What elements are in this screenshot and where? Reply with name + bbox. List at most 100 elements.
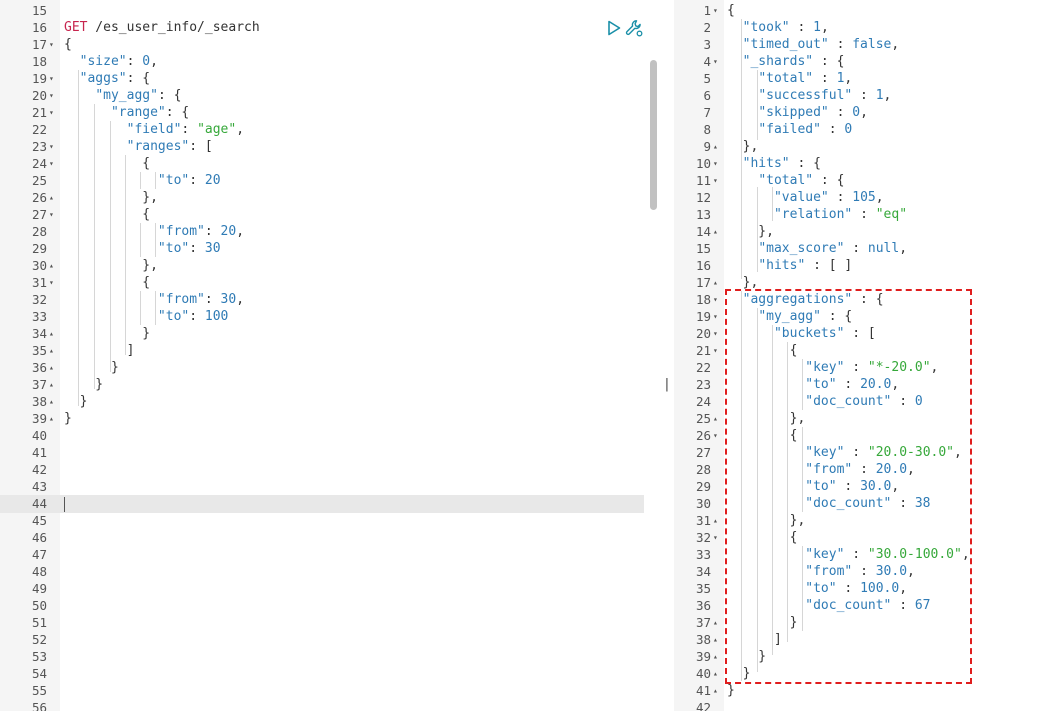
fold-expand-icon[interactable]: ▴ bbox=[49, 257, 54, 274]
code-line[interactable]: 31 ▾ { bbox=[0, 274, 660, 291]
code-line[interactable]: 39 ▴} bbox=[0, 410, 660, 427]
code-line[interactable]: 40 bbox=[0, 427, 660, 444]
fold-collapse-icon[interactable]: ▾ bbox=[713, 53, 718, 70]
fold-expand-icon[interactable]: ▴ bbox=[713, 410, 718, 427]
aggregations-highlight-box bbox=[725, 289, 972, 684]
code-line[interactable]: 56 bbox=[0, 699, 660, 711]
line-number: 4 bbox=[703, 54, 711, 69]
line-number: 37 bbox=[31, 377, 47, 392]
fold-expand-icon[interactable]: ▴ bbox=[49, 189, 54, 206]
fold-expand-icon[interactable]: ▴ bbox=[49, 410, 54, 427]
wrench-icon[interactable] bbox=[625, 19, 643, 37]
code-line[interactable]: 38 ▴ } bbox=[0, 393, 660, 410]
code-line[interactable]: 22 "field": "age", bbox=[0, 121, 660, 138]
code-line[interactable]: 27 ▾ { bbox=[0, 206, 660, 223]
play-icon[interactable] bbox=[607, 20, 621, 36]
code-line[interactable]: 28 "from": 20, bbox=[0, 223, 660, 240]
code-line[interactable]: 24 ▾ { bbox=[0, 155, 660, 172]
code-line[interactable]: 51 bbox=[0, 614, 660, 631]
fold-collapse-icon[interactable]: ▾ bbox=[713, 308, 718, 325]
code-line[interactable]: 21 ▾ "range": { bbox=[0, 104, 660, 121]
fold-expand-icon[interactable]: ▴ bbox=[49, 325, 54, 342]
fold-collapse-icon[interactable]: ▾ bbox=[713, 155, 718, 172]
code-line[interactable]: 50 bbox=[0, 597, 660, 614]
fold-collapse-icon[interactable]: ▾ bbox=[49, 70, 54, 87]
line-number: 20 bbox=[695, 326, 711, 341]
fold-expand-icon[interactable]: ▴ bbox=[713, 614, 718, 631]
fold-expand-icon[interactable]: ▴ bbox=[713, 682, 718, 699]
code-line[interactable]: 32 "from": 30, bbox=[0, 291, 660, 308]
fold-expand-icon[interactable]: ▴ bbox=[49, 393, 54, 410]
code-line[interactable]: 35 ▴ ] bbox=[0, 342, 660, 359]
code-line[interactable]: 23 ▾ "ranges": [ bbox=[0, 138, 660, 155]
indent-guide bbox=[741, 19, 742, 279]
code-line[interactable]: 29 "to": 30 bbox=[0, 240, 660, 257]
code-line[interactable]: 30 ▴ }, bbox=[0, 257, 660, 274]
line-number: 54 bbox=[31, 666, 47, 681]
fold-expand-icon[interactable]: ▴ bbox=[713, 631, 718, 648]
code-line[interactable]: 45 bbox=[0, 512, 660, 529]
code-line[interactable]: 20 ▾ "my_agg": { bbox=[0, 87, 660, 104]
line-number: 51 bbox=[31, 615, 47, 630]
fold-collapse-icon[interactable]: ▾ bbox=[713, 291, 718, 308]
indent-guide bbox=[94, 104, 95, 389]
code-text: "total" : { bbox=[758, 173, 845, 188]
resize-handle-icon[interactable]: || bbox=[663, 375, 679, 395]
code-line[interactable]: 15 bbox=[0, 2, 660, 19]
fold-collapse-icon[interactable]: ▾ bbox=[49, 206, 54, 223]
fold-collapse-icon[interactable]: ▾ bbox=[49, 87, 54, 104]
code-line[interactable]: 54 bbox=[0, 665, 660, 682]
fold-collapse-icon[interactable]: ▾ bbox=[49, 138, 54, 155]
code-line[interactable]: 25 "to": 20 bbox=[0, 172, 660, 189]
fold-expand-icon[interactable]: ▴ bbox=[713, 274, 718, 291]
fold-expand-icon[interactable]: ▴ bbox=[49, 376, 54, 393]
line-number: 53 bbox=[31, 649, 47, 664]
code-line[interactable]: 48 bbox=[0, 563, 660, 580]
code-line[interactable]: 49 bbox=[0, 580, 660, 597]
code-line: 12 "value" : 105, bbox=[674, 189, 1060, 206]
fold-collapse-icon[interactable]: ▾ bbox=[713, 325, 718, 342]
line-number: 25 bbox=[31, 173, 47, 188]
request-editor[interactable]: 15 16 GET /es_user_info/_search 17 ▾{18 "siz… bbox=[0, 0, 661, 711]
code-line[interactable]: 36 ▴ } bbox=[0, 359, 660, 376]
code-line[interactable]: 18 "size": 0, bbox=[0, 53, 660, 70]
fold-expand-icon[interactable]: ▴ bbox=[49, 359, 54, 376]
code-line[interactable]: 43 bbox=[0, 478, 660, 495]
fold-expand-icon[interactable]: ▴ bbox=[713, 138, 718, 155]
code-line[interactable]: 19 ▾ "aggs": { bbox=[0, 70, 660, 87]
fold-collapse-icon[interactable]: ▾ bbox=[713, 529, 718, 546]
code-line[interactable]: 47 bbox=[0, 546, 660, 563]
code-line[interactable]: 52 bbox=[0, 631, 660, 648]
code-line[interactable]: 16 GET /es_user_info/_search bbox=[0, 19, 660, 36]
fold-expand-icon[interactable]: ▴ bbox=[49, 342, 54, 359]
fold-expand-icon[interactable]: ▴ bbox=[713, 512, 718, 529]
fold-collapse-icon[interactable]: ▾ bbox=[49, 36, 54, 53]
code-line[interactable]: 17 ▾ { bbox=[0, 36, 660, 53]
fold-collapse-icon[interactable]: ▾ bbox=[49, 104, 54, 121]
code-line: 5 "total" : 1, bbox=[674, 70, 1060, 87]
code-line[interactable]: 55 bbox=[0, 682, 660, 699]
code-line[interactable]: 37 ▴ } bbox=[0, 376, 660, 393]
code-line[interactable]: 53 bbox=[0, 648, 660, 665]
fold-collapse-icon[interactable]: ▾ bbox=[713, 2, 718, 19]
http-method: GET bbox=[64, 20, 88, 35]
fold-collapse-icon[interactable]: ▾ bbox=[713, 172, 718, 189]
code-line[interactable]: 41 bbox=[0, 444, 660, 461]
fold-expand-icon[interactable]: ▴ bbox=[713, 223, 718, 240]
fold-collapse-icon[interactable]: ▾ bbox=[713, 427, 718, 444]
fold-collapse-icon[interactable]: ▾ bbox=[713, 342, 718, 359]
code-line[interactable]: 42 bbox=[0, 461, 660, 478]
fold-expand-icon[interactable]: ▴ bbox=[713, 648, 718, 665]
code-line[interactable]: 46 bbox=[0, 529, 660, 546]
pane-divider[interactable] bbox=[660, 0, 674, 711]
fold-collapse-icon[interactable]: ▾ bbox=[49, 274, 54, 291]
code-line: 3 "timed_out" : false, bbox=[674, 36, 1060, 53]
fold-collapse-icon[interactable]: ▾ bbox=[49, 155, 54, 172]
line-number: 27 bbox=[695, 445, 711, 460]
code-line[interactable]: 44 bbox=[0, 495, 660, 512]
code-line[interactable]: 33 "to": 100 bbox=[0, 308, 660, 325]
request-scrollbar-thumb[interactable] bbox=[650, 60, 657, 210]
code-line[interactable]: 34 ▴ } bbox=[0, 325, 660, 342]
fold-expand-icon[interactable]: ▴ bbox=[713, 665, 718, 682]
code-line[interactable]: 26 ▴ }, bbox=[0, 189, 660, 206]
